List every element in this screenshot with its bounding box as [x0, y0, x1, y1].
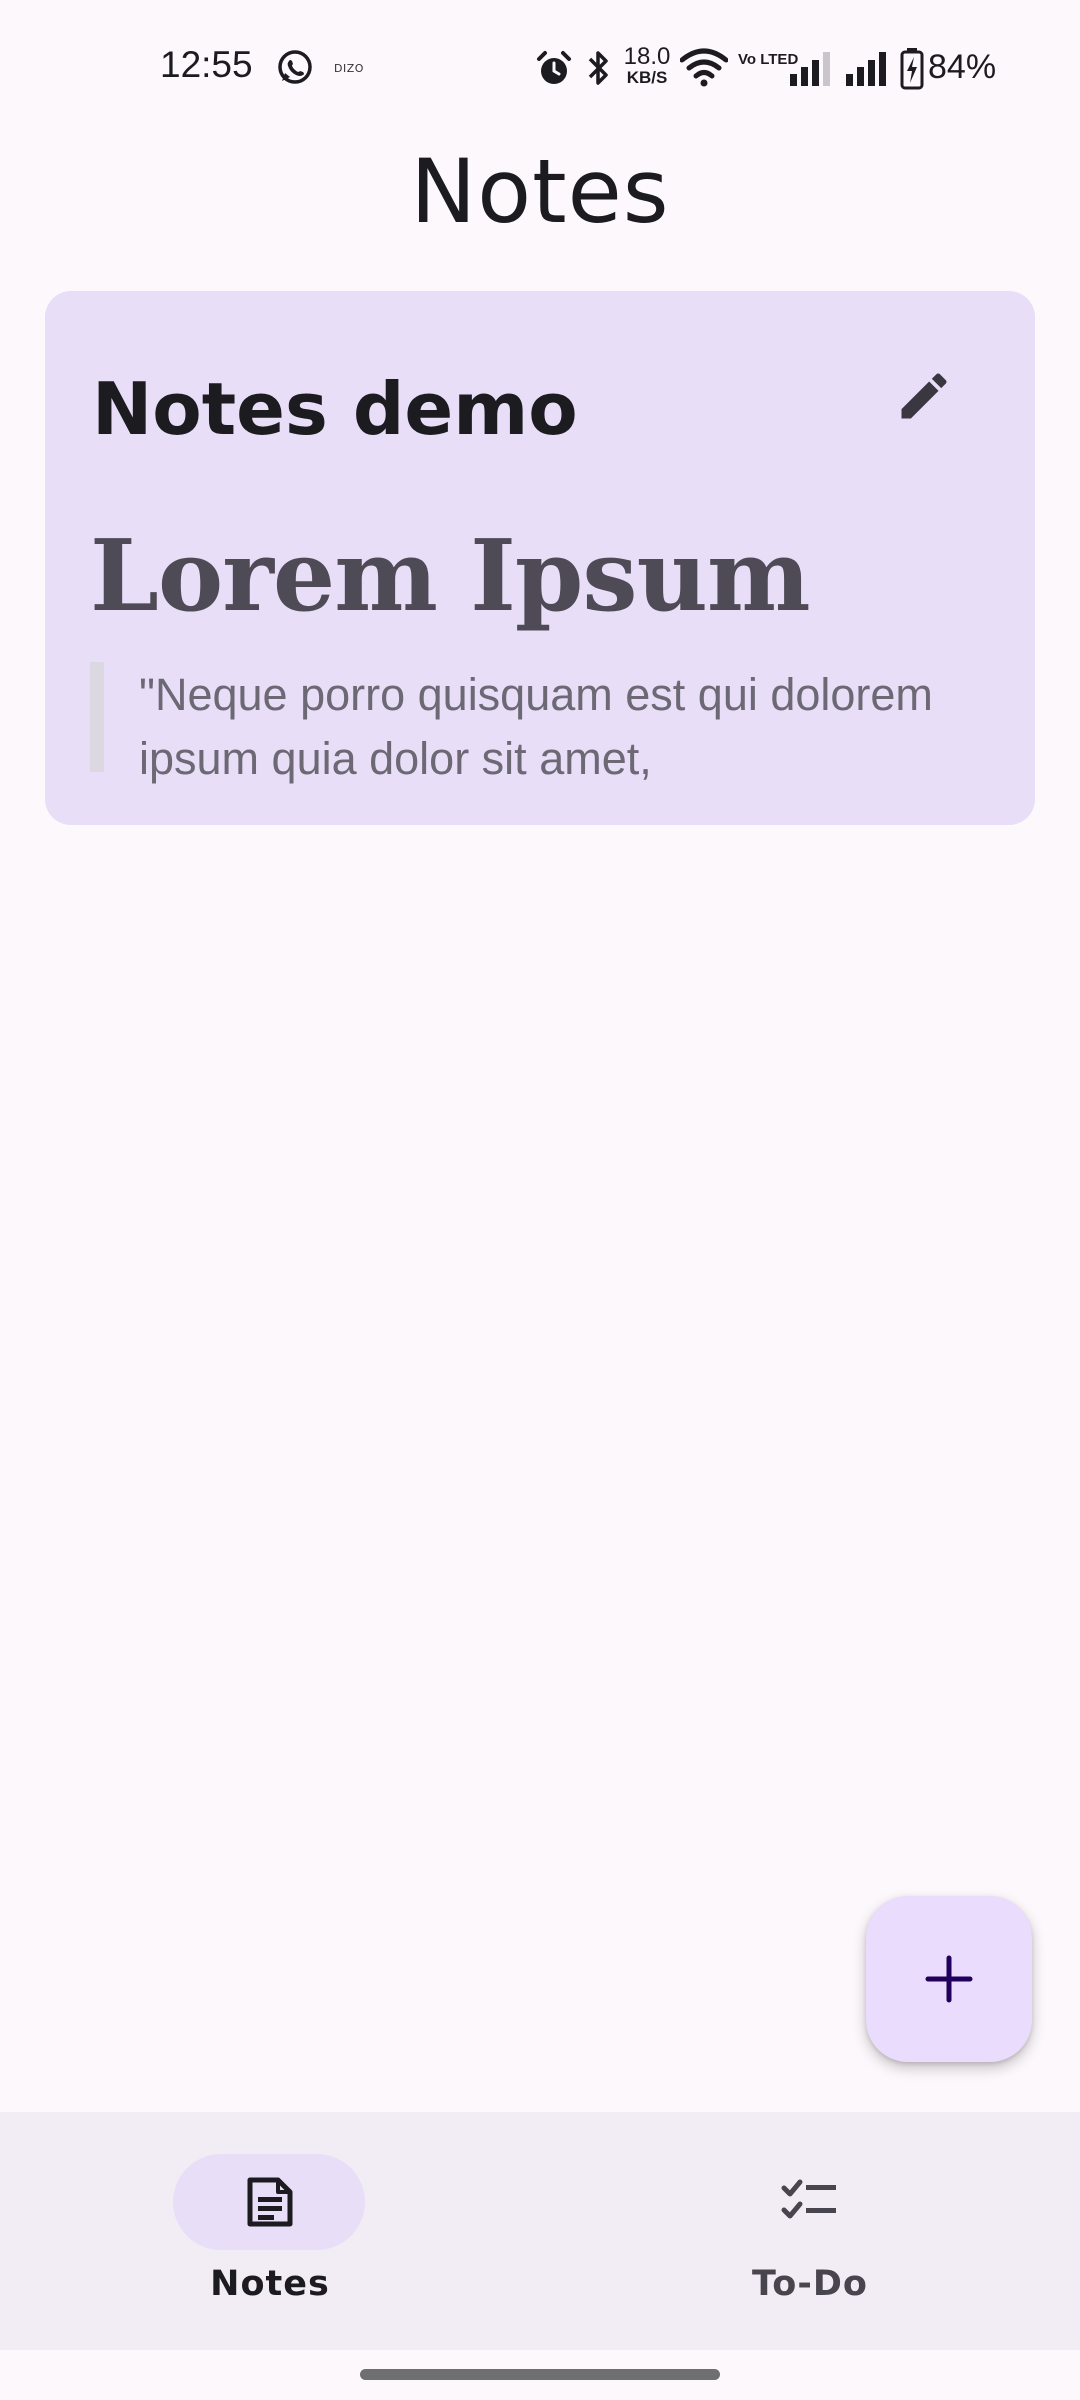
nav-item-notes[interactable]: Notes [0, 2112, 540, 2350]
status-time: 12:55 [160, 44, 253, 85]
checklist-icon [781, 2179, 836, 2219]
note-title: Notes demo [92, 367, 578, 451]
home-gesture-handle[interactable] [360, 2369, 720, 2380]
pencil-icon [901, 373, 947, 419]
alarm-icon [535, 50, 573, 93]
note-icon [247, 2177, 293, 2227]
whatsapp-icon [276, 48, 314, 91]
network-speed-value: 18.0 [623, 43, 671, 70]
bluetooth-icon [584, 48, 612, 93]
network-speed-unit: KB/S [626, 68, 668, 87]
bottom-navigation: Notes To-Do [0, 2112, 1080, 2350]
nav-label-todo: To-Do [752, 2264, 868, 2304]
wifi-icon [679, 48, 729, 93]
dizo-label: DIZO [334, 62, 364, 75]
network-speed: 18.0 KB/S [622, 43, 672, 87]
note-card[interactable]: Notes demo Lorem Ipsum "Neque porro quis… [45, 291, 1035, 825]
nav-label-notes: Notes [210, 2264, 330, 2304]
nav-item-todo[interactable]: To-Do [540, 2112, 1080, 2350]
add-note-button[interactable] [866, 1896, 1032, 2062]
status-bar: 12:55 DIZO 18.0 KB/S Vo LTED 84% [0, 0, 1080, 130]
signal-sim2-icon [846, 52, 890, 91]
battery-percentage: 84% [928, 48, 997, 86]
note-quote: "Neque porro quisquam est qui dolorem ip… [139, 669, 933, 784]
edit-note-button[interactable] [883, 355, 965, 437]
battery-charging-icon [900, 48, 924, 95]
gesture-area [0, 2350, 1080, 2400]
signal-sim1-icon [790, 52, 834, 91]
plus-icon [925, 1955, 973, 2003]
note-heading: Lorem Ipsum [90, 519, 811, 634]
blockquote-bar [90, 662, 104, 772]
page-title: Notes [410, 140, 670, 243]
